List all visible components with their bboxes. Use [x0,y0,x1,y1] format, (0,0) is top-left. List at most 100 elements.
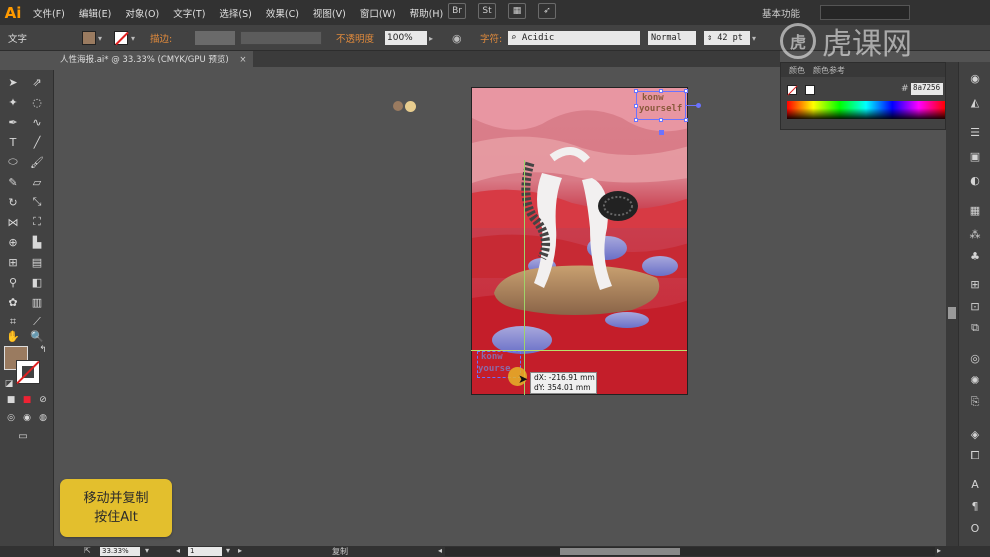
type-tool-icon[interactable]: T [4,134,22,150]
stroke-label[interactable]: 描边: [150,30,172,46]
perspective-grid-tool-icon[interactable]: ⊞ [4,254,22,270]
horizontal-scrollbar-thumb[interactable] [560,548,680,555]
paintbrush-tool-icon[interactable]: 🖌 [28,154,46,170]
shape-builder-tool-icon[interactable]: ⊕ [4,234,22,250]
transparency-icon[interactable]: ◐ [967,172,983,188]
tab-color[interactable]: 颜色 [789,65,805,76]
tab-color-guide[interactable]: 颜色参考 [813,65,845,76]
previous-artboard-icon[interactable]: ◂ [176,546,180,555]
magic-wand-tool-icon[interactable]: ✦ [4,94,22,110]
live-paint-tool-icon[interactable]: ▙ [28,234,46,250]
search-input[interactable] [820,5,910,20]
chevron-right-icon[interactable]: ▸ [429,30,433,46]
zoom-field[interactable]: 33.33% [100,547,140,556]
line-tool-icon[interactable]: ╱ [28,134,46,150]
stroke-color-swatch[interactable] [114,31,128,45]
stroke-swatch[interactable] [16,360,40,384]
gradient-tool-icon[interactable]: ▤ [28,254,46,270]
text-anchor-point[interactable] [659,130,664,135]
pen-tool-icon[interactable]: ✒ [4,114,22,130]
next-artboard-icon[interactable]: ▸ [238,546,242,555]
symbols-icon[interactable]: ♣ [967,248,983,264]
stock-icon[interactable]: St [478,3,496,19]
white-color-swatch[interactable] [805,85,815,95]
selection-tool-icon[interactable]: ➤ [4,74,22,90]
opacity-field[interactable]: 100% [385,31,427,45]
menu-item-view[interactable]: 视图(V) [306,6,353,20]
character-icon[interactable]: A [967,476,983,492]
pathfinder-icon[interactable]: ▣ [967,148,983,164]
artboard[interactable] [471,87,688,395]
selection-handle[interactable] [634,89,638,93]
layers-arrange-icon[interactable]: ⧉ [967,320,983,336]
horizontal-scrollbar[interactable] [445,547,935,556]
color-spectrum[interactable] [787,101,945,119]
none-color-swatch[interactable] [787,85,797,95]
lasso-tool-icon[interactable]: ◌ [28,94,46,110]
rotate-tool-icon[interactable]: ↻ [4,194,22,210]
swatches-icon[interactable]: ▦ [967,202,983,218]
font-size-field[interactable]: ⇕ 42 pt [704,31,750,45]
selection-handle[interactable] [634,118,638,122]
graph-tool-icon[interactable]: ▥ [28,294,46,310]
close-icon[interactable]: × [239,55,246,65]
selection-handle[interactable] [684,89,688,93]
transform-icon[interactable]: ⊡ [967,298,983,314]
properties-icon[interactable]: ☰ [967,124,983,140]
selection-handle[interactable] [659,118,663,122]
menu-item-help[interactable]: 帮助(H) [403,6,451,20]
selected-text-line[interactable]: yourself [639,104,682,114]
none-mode-icon[interactable]: ⊘ [34,392,52,408]
swap-fill-stroke-icon[interactable]: ↰ [34,342,52,358]
eraser-tool-icon[interactable]: ▱ [28,174,46,190]
graphic-styles-icon[interactable]: ✺ [967,372,983,388]
opentype-icon[interactable]: O [967,520,983,536]
symbol-sprayer-tool-icon[interactable]: ✿ [4,294,22,310]
export-icon[interactable]: ⇱ [84,546,91,555]
screen-mode-icon[interactable]: ▭ [14,428,32,444]
panel-scrollbar-thumb[interactable] [948,307,956,319]
artboards-icon[interactable]: ⧠ [967,448,983,464]
menu-item-file[interactable]: 文件(F) [26,6,72,20]
scale-tool-icon[interactable]: ⤡ [28,194,46,210]
chevron-down-icon[interactable]: ▾ [226,546,230,555]
chevron-down-icon[interactable]: ▾ [752,30,756,46]
color-guide-icon[interactable]: ◭ [967,94,983,110]
hand-tool-icon[interactable]: ✋ [4,328,22,344]
curvature-tool-icon[interactable]: ∿ [28,114,46,130]
color-dot[interactable] [405,101,416,112]
chevron-down-icon[interactable]: ▾ [98,30,102,46]
blend-tool-icon[interactable]: ◧ [28,274,46,290]
menu-item-edit[interactable]: 编辑(E) [72,6,118,20]
appearance-icon[interactable]: ◎ [967,350,983,366]
layers-icon[interactable]: ◈ [967,426,983,442]
fill-color-swatch[interactable] [82,31,96,45]
chevron-down-icon[interactable]: ▾ [145,546,149,555]
asset-export-icon[interactable]: ⎘ [967,394,983,410]
chevron-down-icon[interactable]: ▾ [131,30,135,46]
selection-handle[interactable] [684,118,688,122]
text-thread-port[interactable] [696,103,701,108]
bridge-icon[interactable]: Br [448,3,466,19]
direct-selection-tool-icon[interactable]: ⇗ [28,74,46,90]
width-tool-icon[interactable]: ⋈ [4,214,22,230]
eyedropper-tool-icon[interactable]: ⚲ [4,274,22,290]
document-tab[interactable]: 人性海报.ai* @ 33.33% (CMYK/GPU 预览) × [54,51,253,67]
workspace-switcher[interactable]: 基本功能 [762,6,800,20]
menu-item-type[interactable]: 文字(T) [166,6,212,20]
pencil-tool-icon[interactable]: ✎ [4,174,22,190]
menu-item-select[interactable]: 选择(S) [212,6,258,20]
selected-text-line[interactable]: konw [642,93,664,103]
artboard-number-field[interactable]: 1 [188,547,222,556]
selection-handle[interactable] [634,104,638,108]
hex-color-field[interactable]: 8a7256 [911,83,943,95]
scroll-left-icon[interactable]: ◂ [438,546,442,555]
opacity-label[interactable]: 不透明度 [336,30,374,46]
recolor-icon[interactable]: ◉ [452,30,462,46]
free-transform-tool-icon[interactable]: ⛶ [28,214,46,230]
stroke-profile-field[interactable] [240,31,322,45]
character-label[interactable]: 字符: [480,30,502,46]
font-style-field[interactable]: Normal [648,31,696,45]
brushes-icon[interactable]: ⁂ [967,226,983,242]
menu-item-effect[interactable]: 效果(C) [259,6,306,20]
